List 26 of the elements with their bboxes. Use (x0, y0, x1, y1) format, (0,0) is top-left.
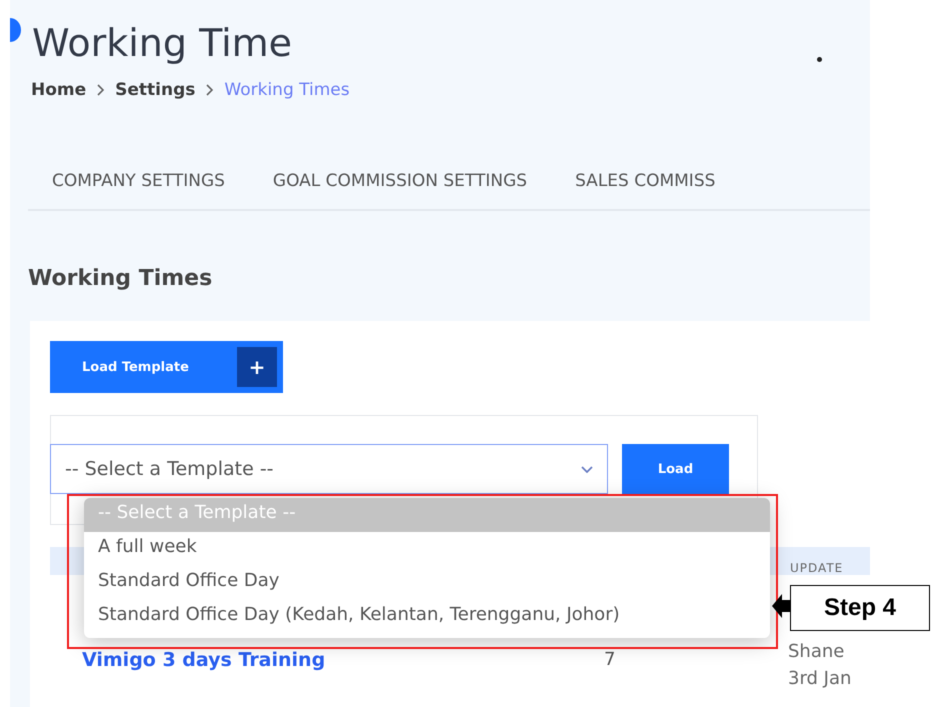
plus-icon: + (237, 347, 277, 387)
column-header: UPDATE (790, 561, 844, 575)
page-title: Working Time (32, 20, 292, 67)
table-cell: 3rd Jan (788, 668, 852, 689)
breadcrumb-link[interactable]: Settings (115, 80, 196, 100)
dropdown-option[interactable]: Standard Office Day (Kedah, Kelantan, Terengganu, Johor) (84, 600, 770, 634)
template-link[interactable]: Vimigo 3 days Training (82, 649, 604, 671)
caret-icon (581, 466, 593, 472)
dropdown-option[interactable]: Standard Office Day (84, 566, 770, 600)
table-cell-text: 7 (604, 649, 616, 670)
dot-mark (817, 57, 822, 62)
tab[interactable]: SALES COMMISS (575, 171, 716, 195)
load-button[interactable]: Load (622, 444, 729, 494)
dropdown-option[interactable]: A full week (84, 532, 770, 566)
tab[interactable]: GOAL COMMISSION SETTINGS (272, 171, 528, 195)
template-select[interactable]: -- Select a Template -- (50, 444, 608, 494)
chevron-icon (96, 84, 106, 96)
chevron-icon (205, 84, 214, 96)
tab[interactable]: COMPANY SETTINGS (52, 171, 225, 195)
load-template-button[interactable]: Load Template + (50, 341, 283, 393)
breadcrumb-link[interactable]: Home (31, 80, 86, 100)
step-label: Step 4 (790, 585, 930, 631)
arrow-icon (772, 594, 790, 618)
table-cell-text: Shane (788, 641, 846, 662)
section-heading: Working Times (28, 266, 214, 291)
semicircle-icon (10, 18, 21, 42)
